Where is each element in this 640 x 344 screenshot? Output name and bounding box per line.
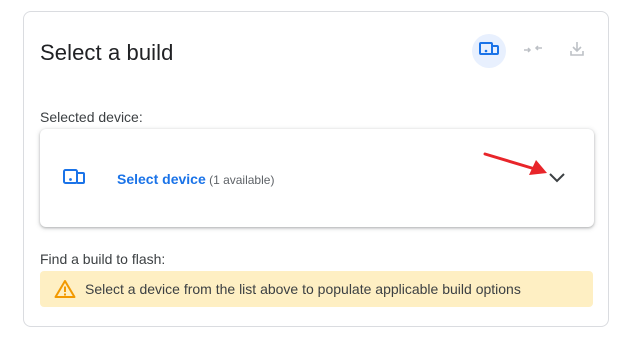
device-icon <box>479 41 499 62</box>
available-count: (1 available) <box>205 173 275 187</box>
connect-icon <box>523 41 543 62</box>
device-selector[interactable]: Select device (1 available) <box>40 129 594 227</box>
warning-text: Select a device from the list above to p… <box>85 281 521 297</box>
select-device-link[interactable]: Select device <box>117 171 206 187</box>
download-button[interactable] <box>560 34 594 68</box>
download-icon <box>568 40 586 63</box>
device-selector-text[interactable]: Select device (1 available) <box>117 171 274 187</box>
selected-device-label: Selected device: <box>40 109 143 125</box>
toolbar <box>472 34 594 68</box>
device-icon <box>63 169 85 190</box>
warning-icon <box>54 279 76 299</box>
chevron-down-icon[interactable] <box>548 170 566 188</box>
find-build-label: Find a build to flash: <box>40 251 166 267</box>
select-build-card: Select a build Selected device: Select d… <box>23 11 609 327</box>
warning-banner: Select a device from the list above to p… <box>40 271 593 307</box>
device-mode-button[interactable] <box>472 34 506 68</box>
card-title: Select a build <box>40 40 174 65</box>
red-arrow-annotation <box>483 151 551 182</box>
connect-button[interactable] <box>516 34 550 68</box>
